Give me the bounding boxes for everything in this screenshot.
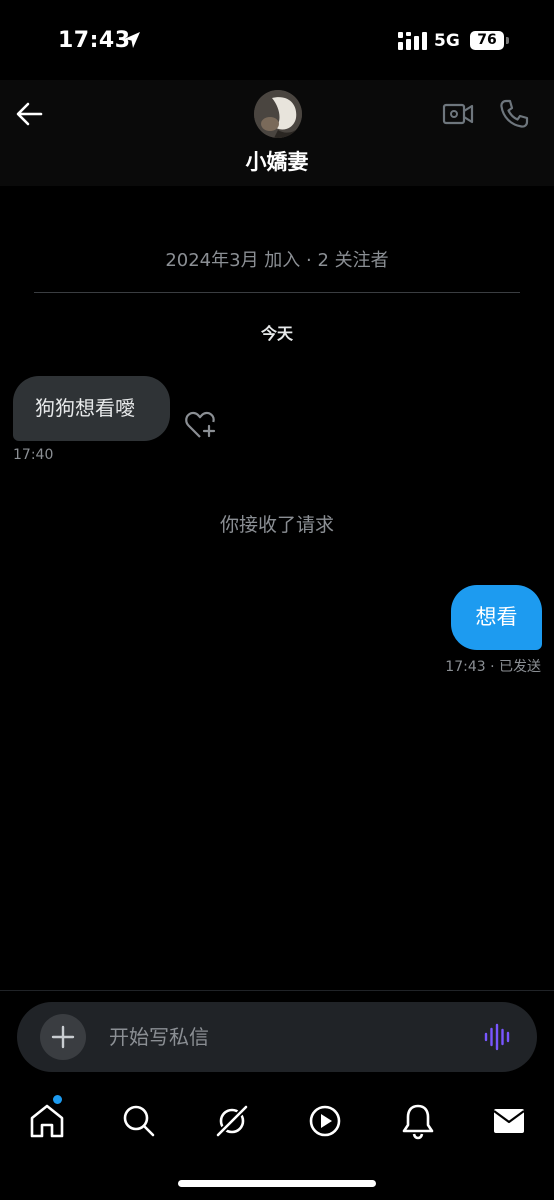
divider [34,292,520,293]
day-label: 今天 [260,324,293,343]
incoming-message-time: 17:40 [13,447,54,463]
network-label: 5G [434,31,460,51]
status-time: 17:43 [58,28,131,53]
messages-envelope-icon[interactable] [489,1101,529,1141]
message-input[interactable] [109,1022,469,1052]
avatar[interactable] [254,90,302,138]
grok-icon[interactable] [212,1101,252,1141]
location-arrow-icon [124,32,140,48]
add-attachment-button[interactable] [40,1014,86,1060]
home-indicator [178,1180,376,1187]
home-icon[interactable] [27,1101,67,1141]
conversation-title: 小嬌妻 [245,150,309,174]
video-play-icon[interactable] [305,1101,345,1141]
back-arrow-icon[interactable] [14,100,44,128]
composer-divider [0,990,554,991]
conversation-header: 小嬌妻 [0,80,554,186]
request-accepted-note: 你接收了请求 [219,514,334,536]
search-icon[interactable] [119,1101,159,1141]
profile-joined-info: 2024年3月 加入 · 2 关注者 [165,250,389,271]
heart-plus-react-icon[interactable] [184,410,216,440]
home-notification-dot [53,1095,62,1104]
outgoing-message-status: 17:43 · 已发送 [445,659,541,675]
battery-tip [506,37,509,44]
outgoing-message-bubble[interactable]: 想看 [451,585,542,650]
incoming-message-bubble[interactable]: 狗狗想看噯 [13,376,170,441]
notifications-bell-icon[interactable] [398,1101,438,1141]
battery-icon: 76 [470,31,504,50]
bottom-navigation [0,1083,554,1200]
phone-icon[interactable] [498,98,530,130]
message-composer [17,1002,537,1072]
plus-icon [51,1025,75,1049]
video-call-icon[interactable] [442,100,474,128]
avatar-image [254,90,302,138]
status-bar: 17:43 5G 76 [0,0,554,80]
voice-message-icon[interactable] [483,1022,513,1052]
signal-bars-icon [398,32,427,50]
